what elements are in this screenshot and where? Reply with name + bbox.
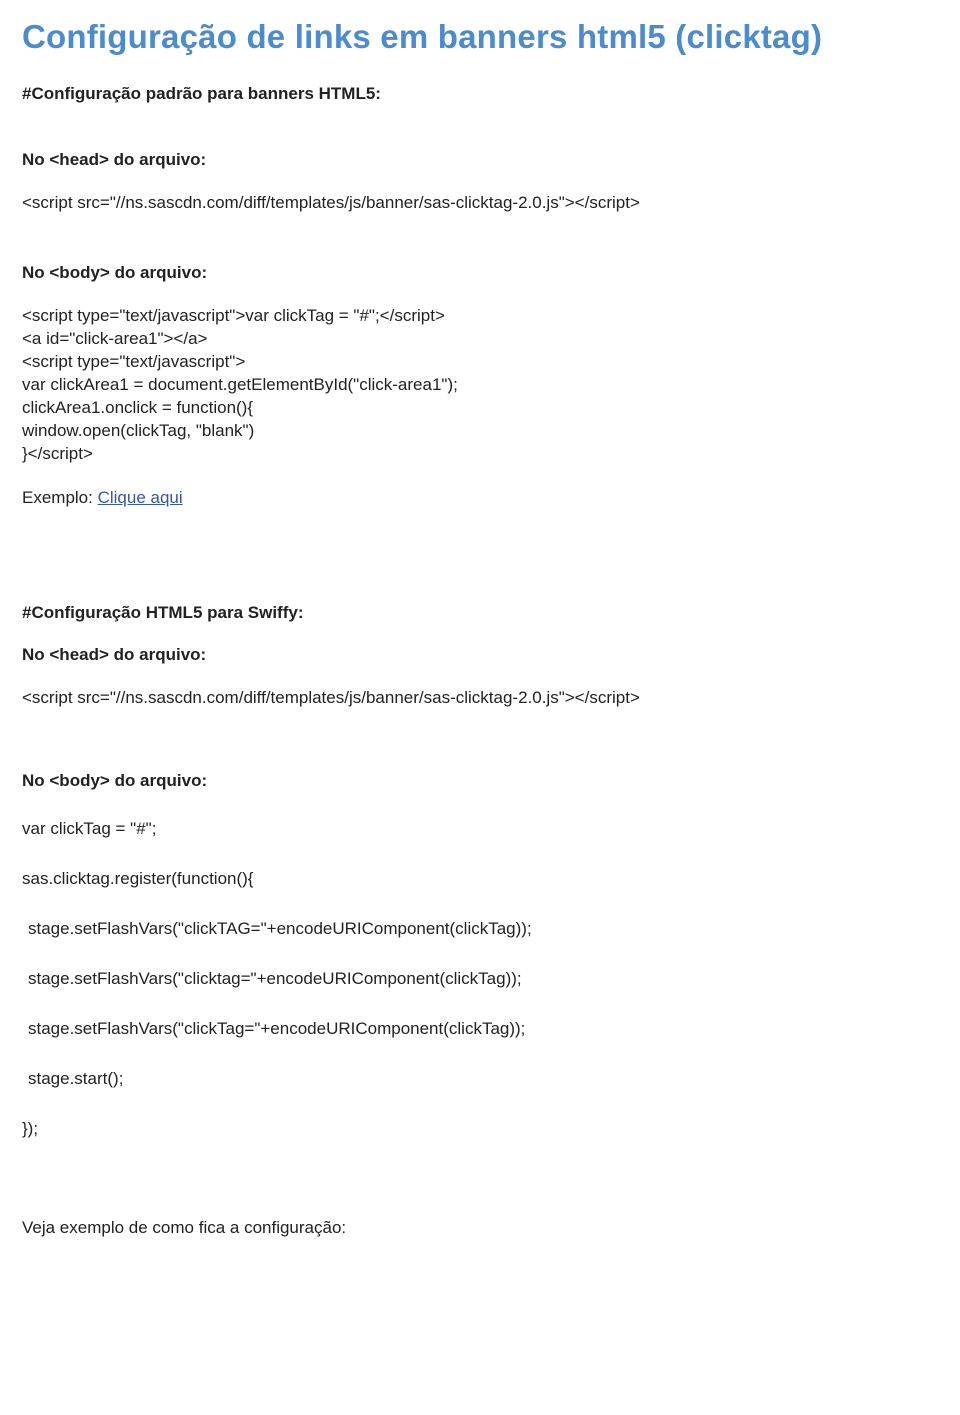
section2-body-label: No <body> do arquivo: bbox=[22, 771, 938, 791]
section2-head-code: <script src="//ns.sascdn.com/diff/templa… bbox=[22, 687, 938, 710]
code-line: }); bbox=[22, 1119, 938, 1139]
code-line: stage.setFlashVars("clicktag="+encodeURI… bbox=[22, 969, 938, 989]
section1-heading: #Configuração padrão para banners HTML5: bbox=[22, 84, 938, 104]
section1-example-line: Exemplo: Clique aqui bbox=[22, 488, 938, 508]
document-page: Configuração de links em banners html5 (… bbox=[0, 0, 960, 1280]
section2-heading: #Configuração HTML5 para Swiffy: bbox=[22, 603, 938, 623]
section2-footer: Veja exemplo de como fica a configuração… bbox=[22, 1217, 938, 1240]
section1-body-label: No <body> do arquivo: bbox=[22, 263, 938, 283]
example-prefix: Exemplo: bbox=[22, 488, 98, 507]
section1-body-code: <script type="text/javascript">var click… bbox=[22, 305, 938, 466]
code-line: sas.clicktag.register(function(){ bbox=[22, 869, 938, 889]
code-line: stage.setFlashVars("clickTag="+encodeURI… bbox=[22, 1019, 938, 1039]
code-line: stage.start(); bbox=[22, 1069, 938, 1089]
section2-body-code: var clickTag = "#"; sas.clicktag.registe… bbox=[22, 819, 938, 1139]
page-title: Configuração de links em banners html5 (… bbox=[22, 18, 938, 56]
section2-head-label: No <head> do arquivo: bbox=[22, 645, 938, 665]
section1-head-code: <script src="//ns.sascdn.com/diff/templa… bbox=[22, 192, 938, 215]
code-line: stage.setFlashVars("clickTAG="+encodeURI… bbox=[22, 919, 938, 939]
section1-head-label: No <head> do arquivo: bbox=[22, 150, 938, 170]
code-line: var clickTag = "#"; bbox=[22, 819, 938, 839]
example-link[interactable]: Clique aqui bbox=[98, 488, 183, 507]
